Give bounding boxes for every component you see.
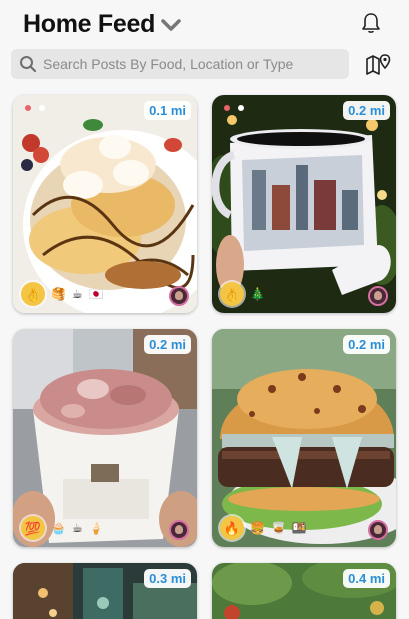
- avatar[interactable]: [169, 286, 189, 306]
- tag-emoji: ☕: [71, 287, 83, 301]
- search-input[interactable]: [43, 56, 333, 72]
- food-photo: [212, 329, 396, 547]
- tag-emoji: 🍔: [250, 521, 265, 535]
- tag-emoji: 🥞: [51, 287, 66, 301]
- tag-emojis: 👌 🥞 ☕ 🇯🇵: [21, 282, 104, 306]
- avatar[interactable]: [368, 520, 388, 540]
- distance-badge: 0.2 mi: [144, 335, 191, 354]
- reaction-badge[interactable]: 👌: [220, 282, 244, 306]
- tag-emoji: 🍱: [291, 521, 307, 535]
- map-pin-icon[interactable]: [365, 52, 391, 78]
- tag-emoji: 🍦: [88, 521, 104, 535]
- chevron-down-icon[interactable]: [161, 18, 181, 32]
- post-card[interactable]: 0.1 mi 👌 🥞 ☕ 🇯🇵: [13, 95, 197, 313]
- tag-emoji: 🇯🇵: [88, 287, 104, 301]
- header: Home Feed: [0, 0, 409, 48]
- bell-icon[interactable]: [361, 12, 381, 34]
- distance-badge: 0.2 mi: [343, 101, 390, 120]
- reaction-badge[interactable]: 🔥: [220, 516, 244, 540]
- food-photo: [13, 95, 197, 313]
- tag-emoji: 🎄: [250, 287, 265, 301]
- tag-emojis: 🔥 🍔 🥃 🍱: [220, 516, 307, 540]
- status-dots: [25, 105, 45, 111]
- post-card[interactable]: 0.2 mi 💯 🧁 ☕ 🍦: [13, 329, 197, 547]
- food-photo: [13, 329, 197, 547]
- avatar[interactable]: [368, 286, 388, 306]
- feed-selector[interactable]: Home Feed: [23, 10, 181, 39]
- avatar[interactable]: [169, 520, 189, 540]
- page-title: Home Feed: [23, 10, 156, 38]
- status-dots: [224, 105, 244, 111]
- post-card[interactable]: 0.4 mi: [212, 563, 396, 619]
- tag-emojis: 👌 🎄: [220, 282, 265, 306]
- tag-emojis: 💯 🧁 ☕ 🍦: [21, 516, 104, 540]
- post-card[interactable]: 0.3 mi: [13, 563, 197, 619]
- tag-emoji: ☕: [71, 521, 83, 535]
- reaction-badge[interactable]: 💯: [21, 516, 45, 540]
- search-bar[interactable]: [11, 49, 349, 79]
- distance-badge: 0.3 mi: [144, 569, 191, 588]
- distance-badge: 0.4 mi: [343, 569, 390, 588]
- distance-badge: 0.2 mi: [343, 335, 390, 354]
- food-photo: [212, 95, 396, 313]
- reaction-badge[interactable]: 👌: [21, 282, 45, 306]
- tag-emoji: 🧁: [51, 521, 66, 535]
- distance-badge: 0.1 mi: [144, 101, 191, 120]
- tag-emoji: 🥃: [270, 521, 286, 535]
- post-card[interactable]: 0.2 mi 👌 🎄: [212, 95, 396, 313]
- post-card[interactable]: 0.2 mi 🔥 🍔 🥃 🍱: [212, 329, 396, 547]
- search-icon: [20, 56, 37, 73]
